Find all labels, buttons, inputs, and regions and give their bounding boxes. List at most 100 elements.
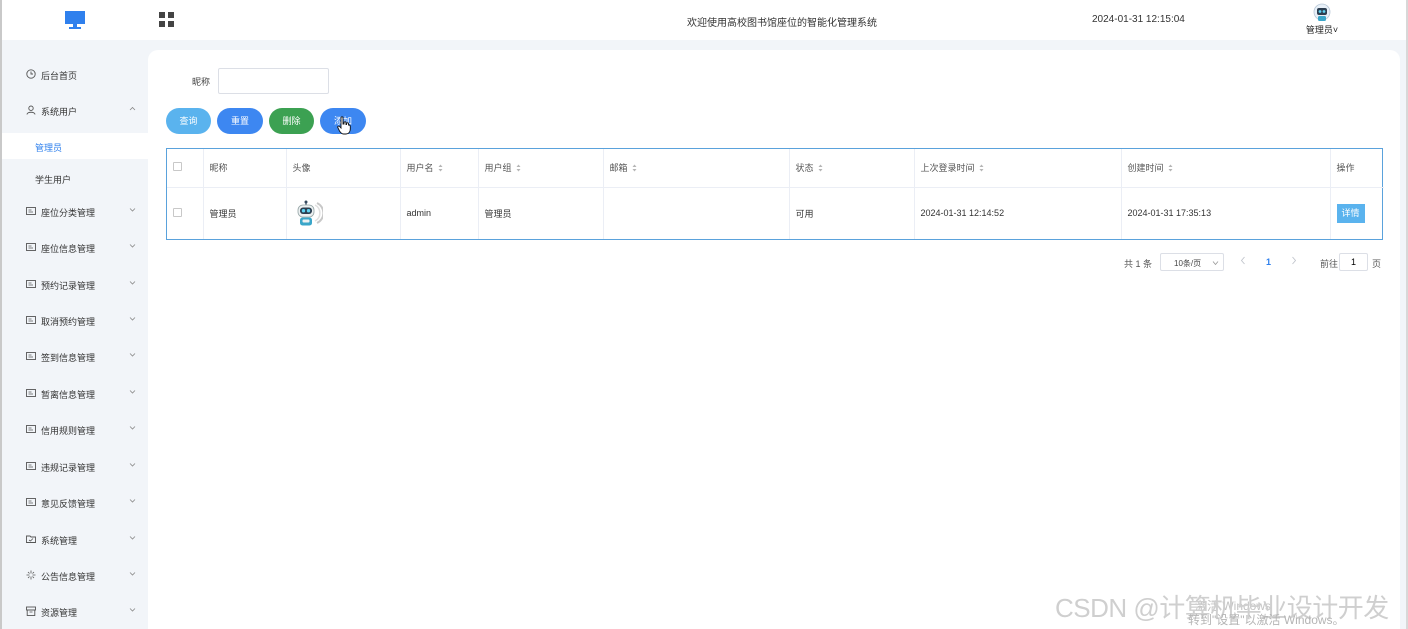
page-size-value: 10条/页 xyxy=(1174,259,1202,268)
user-avatar-icon xyxy=(1313,3,1331,21)
sidebar-item-credit-rules[interactable]: 信用规则管理 xyxy=(2,416,148,442)
card-icon xyxy=(26,243,36,251)
sidebar-item-feedback[interactable]: 意见反馈管理 xyxy=(2,489,148,515)
cell-avatar xyxy=(286,187,401,239)
goto-page-input[interactable] xyxy=(1339,253,1368,271)
card-icon xyxy=(26,498,36,506)
windows-activation-watermark: 转到"设置"以激活 Windows。 xyxy=(1188,613,1345,627)
sidebar-item-label: 系统管理 xyxy=(41,536,78,546)
user-menu[interactable]: 管理员˅ xyxy=(1300,3,1344,39)
prev-page-icon[interactable] xyxy=(1239,256,1247,265)
sidebar-subitem-label: 学生用户 xyxy=(35,175,72,185)
chevron-down-icon xyxy=(129,463,136,467)
sparkle-icon xyxy=(26,570,36,580)
sidebar-item-temporary-leave[interactable]: 暂离信息管理 xyxy=(2,380,148,406)
column-header-created[interactable]: 创建时间 xyxy=(1121,149,1331,188)
sidebar-item-label: 座位分类管理 xyxy=(41,208,96,218)
sidebar-item-label: 取消预约管理 xyxy=(41,317,96,327)
page-suffix-label: 页 xyxy=(1372,259,1382,269)
sidebar-item-resources[interactable]: 资源管理 xyxy=(2,598,148,624)
sort-icon xyxy=(516,164,521,172)
card-icon xyxy=(26,352,36,360)
cell-group: 管理员 xyxy=(478,187,604,239)
sort-icon xyxy=(632,164,637,172)
column-header-label: 邮箱 xyxy=(609,163,628,174)
sidebar: 后台首页 系统用户 管理员 学生用户 座位分类管理 座位信息管理 预约记录管理 … xyxy=(2,40,148,629)
sidebar-item-label: 预约记录管理 xyxy=(41,281,96,291)
sidebar-item-reservations[interactable]: 预约记录管理 xyxy=(2,271,148,297)
card-icon xyxy=(26,462,36,470)
nickname-search-input[interactable] xyxy=(218,68,329,94)
sidebar-item-label: 公告信息管理 xyxy=(41,572,96,582)
chevron-down-icon xyxy=(129,281,136,285)
cell-status: 可用 xyxy=(789,187,915,239)
row-select-cell xyxy=(167,187,204,239)
sidebar-item-cancellations[interactable]: 取消预约管理 xyxy=(2,307,148,333)
table-row: 管理员 admin 管理员 可用 2024-01-31 12:14:52 202… xyxy=(167,187,1384,239)
sidebar-item-system-settings[interactable]: 系统管理 xyxy=(2,526,148,552)
sidebar-subitem-students[interactable]: 学生用户 xyxy=(2,165,148,191)
sidebar-item-label: 座位信息管理 xyxy=(41,244,96,254)
add-button[interactable]: 添加 xyxy=(320,108,366,134)
cell-last-login: 2024-01-31 12:14:52 xyxy=(914,187,1122,239)
query-button[interactable]: 查询 xyxy=(166,108,211,134)
sidebar-item-seat-info[interactable]: 座位信息管理 xyxy=(2,234,148,260)
sidebar-subitem-admins[interactable]: 管理员 xyxy=(2,133,148,159)
page-size-select[interactable]: 10条/页 xyxy=(1160,253,1224,271)
goto-label: 前往 xyxy=(1320,259,1339,269)
column-header-label: 状态 xyxy=(795,163,814,174)
cell-nickname: 管理员 xyxy=(203,187,287,239)
delete-button[interactable]: 删除 xyxy=(269,108,314,134)
archive-icon xyxy=(26,606,36,616)
folder-icon xyxy=(26,535,36,543)
card-icon xyxy=(26,207,36,215)
column-header-group[interactable]: 用户组 xyxy=(478,149,604,188)
sort-icon xyxy=(438,164,443,172)
clock-icon xyxy=(26,69,36,79)
chevron-down-icon xyxy=(129,244,136,248)
column-header-username[interactable]: 用户名 xyxy=(400,149,479,188)
column-header-label: 上次登录时间 xyxy=(920,163,975,174)
select-all-cell xyxy=(167,149,204,188)
sort-icon xyxy=(1168,164,1173,172)
sidebar-item-label: 意见反馈管理 xyxy=(41,499,96,509)
chevron-down-icon xyxy=(129,536,136,540)
column-header-label: 用户名 xyxy=(406,163,434,174)
card-icon xyxy=(26,316,36,324)
sidebar-item-label: 后台首页 xyxy=(41,71,78,81)
user-caret: ˅ xyxy=(1332,25,1339,35)
sidebar-item-announcements[interactable]: 公告信息管理 xyxy=(2,562,148,588)
cell-actions: 详情 xyxy=(1330,187,1384,239)
sort-icon xyxy=(979,164,984,172)
chevron-down-icon xyxy=(1212,261,1219,266)
sidebar-item-seat-category[interactable]: 座位分类管理 xyxy=(2,198,148,224)
robot-avatar-icon xyxy=(297,200,323,226)
sidebar-subitem-label: 管理员 xyxy=(35,143,63,153)
cell-username: admin xyxy=(400,187,479,239)
column-header-last-login[interactable]: 上次登录时间 xyxy=(914,149,1122,188)
menu-grid-icon[interactable] xyxy=(159,12,174,27)
column-header-actions: 操作 xyxy=(1330,149,1384,188)
reset-button[interactable]: 重置 xyxy=(217,108,263,134)
chevron-down-icon xyxy=(129,208,136,212)
sidebar-item-dashboard[interactable]: 后台首页 xyxy=(2,61,148,87)
select-all-checkbox[interactable] xyxy=(173,162,182,172)
chevron-up-icon xyxy=(129,106,136,111)
sidebar-item-checkins[interactable]: 签到信息管理 xyxy=(2,343,148,369)
nickname-filter-label: 昵称 xyxy=(192,77,211,87)
chevron-down-icon xyxy=(129,317,136,321)
column-header-label: 创建时间 xyxy=(1127,163,1164,174)
sidebar-item-violations[interactable]: 违规记录管理 xyxy=(2,453,148,479)
sidebar-item-system-users[interactable]: 系统用户 xyxy=(2,97,148,123)
page-number-current[interactable]: 1 xyxy=(1266,257,1271,267)
pagination-total: 共 1 条 xyxy=(1124,259,1153,269)
header-datetime: 2024-01-31 12:15:04 xyxy=(1092,14,1185,25)
sidebar-item-label: 系统用户 xyxy=(41,107,78,117)
user-icon xyxy=(26,105,36,115)
detail-button[interactable]: 详情 xyxy=(1336,203,1365,223)
sidebar-item-label: 资源管理 xyxy=(41,608,78,618)
next-page-icon[interactable] xyxy=(1290,256,1298,265)
column-header-status[interactable]: 状态 xyxy=(789,149,915,188)
row-checkbox[interactable] xyxy=(173,207,182,217)
column-header-email[interactable]: 邮箱 xyxy=(603,149,790,188)
